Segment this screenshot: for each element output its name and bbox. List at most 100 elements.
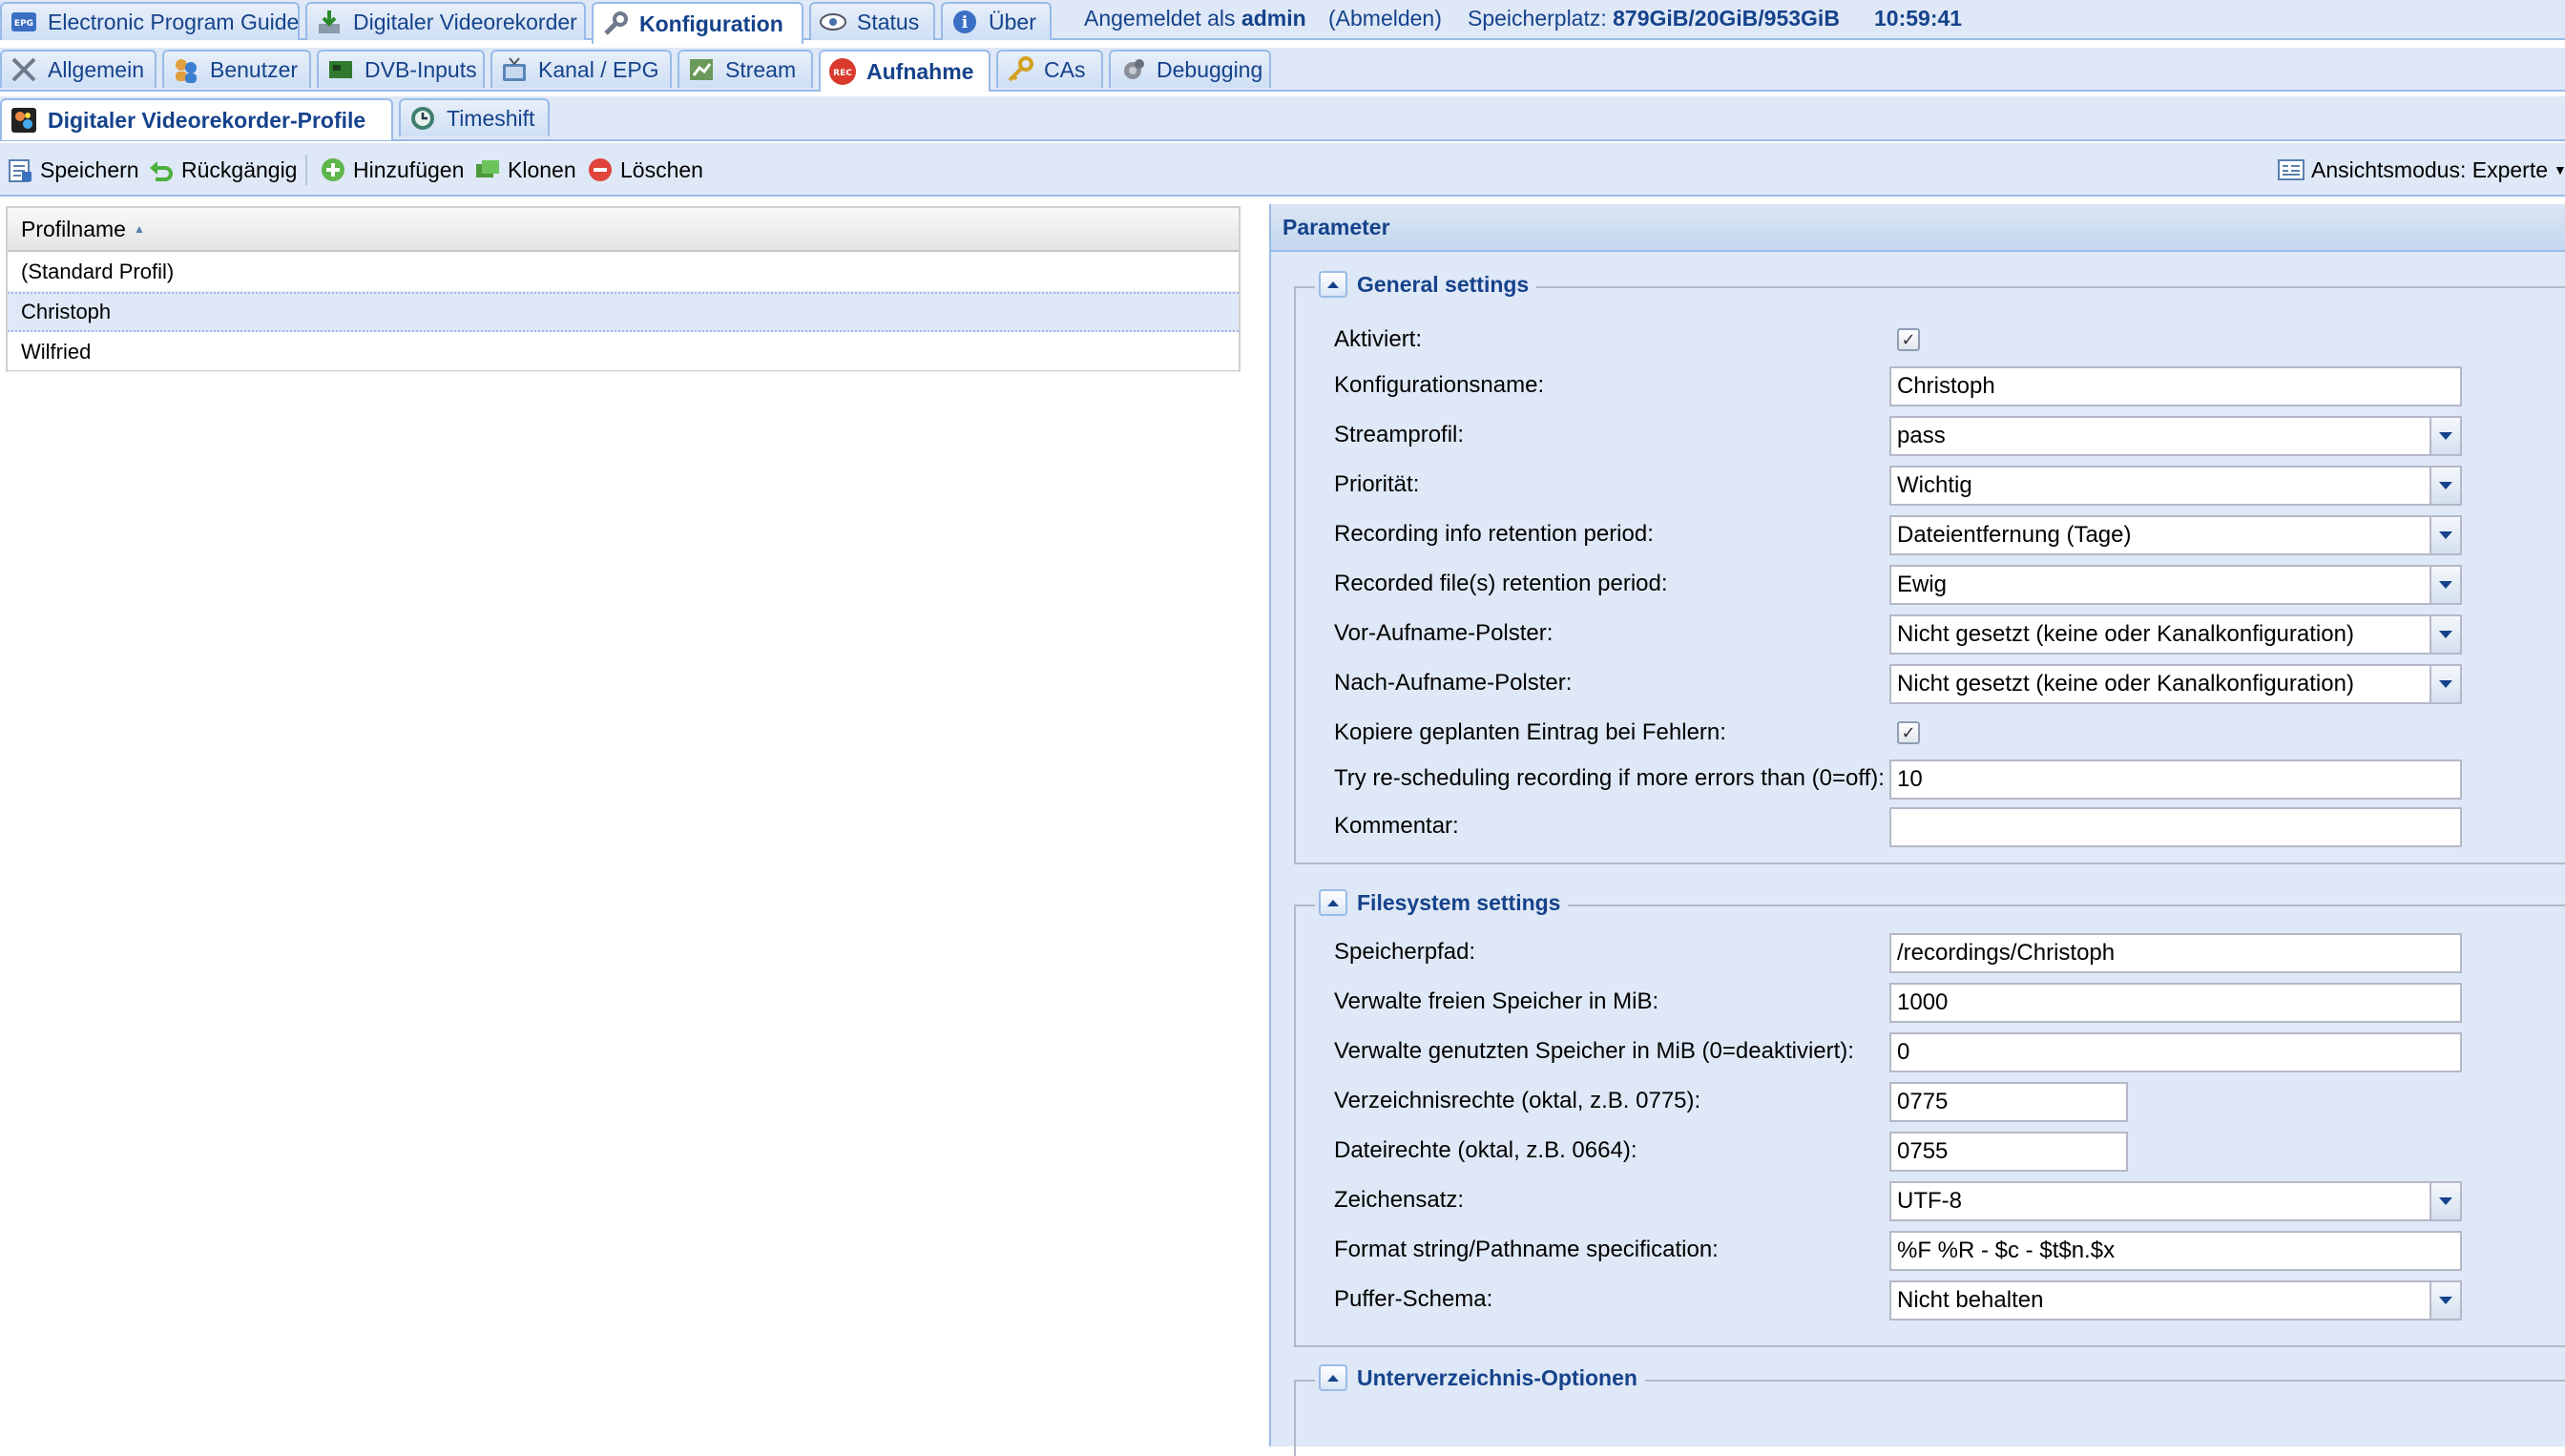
general-settings-legend[interactable]: General settings	[1315, 271, 1537, 298]
rec-icon: REC	[828, 58, 857, 85]
used-space-field[interactable]: 0	[1889, 1032, 2462, 1072]
subdir-options-legend[interactable]: Unterverzeichnis-Optionen	[1315, 1364, 1645, 1391]
stream-profile-select[interactable]: pass	[1889, 416, 2462, 456]
tab-dvr-profiles[interactable]: Digitaler Videorekorder-Profile	[0, 98, 393, 140]
priority-select[interactable]: Wichtig	[1889, 466, 2462, 506]
tab-cas[interactable]: CAs	[996, 50, 1103, 88]
undo-icon	[147, 156, 176, 183]
clone-on-error-checkbox[interactable]: ✓	[1897, 721, 1920, 744]
download-icon	[315, 9, 344, 35]
storage-value: 879GiB/20GiB/953GiB	[1613, 6, 1840, 31]
row-config-name: Konfigurationsname: Christoph	[1296, 364, 2536, 406]
main-tab-bar: EPG Electronic Program Guide Digitaler V…	[0, 0, 2565, 44]
clone-button[interactable]: Klonen	[473, 155, 576, 185]
row-path: Speicherpfad: /recordings/Christoph	[1296, 931, 2536, 973]
tab-label: Stream	[725, 56, 797, 82]
row-dir-perms: Verzeichnisrechte (oktal, z.B. 0775): 07…	[1296, 1080, 2536, 1122]
table-row[interactable]: Wilfried	[8, 332, 1239, 372]
row-label: (Standard Profil)	[21, 259, 175, 283]
undo-label: Rückgängig	[181, 156, 298, 182]
tab-benutzer[interactable]: Benutzer	[162, 50, 311, 88]
row-free-space: Verwalte freien Speicher in MiB: 1000	[1296, 981, 2536, 1023]
undo-button[interactable]: Rückgängig	[147, 155, 297, 185]
row-file-perms: Dateirechte (oktal, z.B. 0664): 0755	[1296, 1130, 2536, 1172]
tab-stream[interactable]: Stream	[678, 50, 813, 88]
save-button[interactable]: Speichern	[6, 155, 139, 185]
row-priority: Priorität: Wichtig	[1296, 464, 2536, 506]
tab-dvb-inputs[interactable]: DVB-Inputs	[317, 50, 485, 88]
field-label: Kopiere geplanten Eintrag bei Fehlern:	[1334, 719, 1726, 745]
tab-config[interactable]: Konfiguration	[592, 2, 803, 44]
select-value: Nicht gesetzt (keine oder Kanalkonfigura…	[1897, 621, 2354, 647]
tab-epg[interactable]: EPG Electronic Program Guide	[0, 2, 300, 40]
field-label: Dateirechte (oktal, z.B. 0664):	[1334, 1137, 1637, 1163]
comment-field[interactable]	[1889, 807, 2462, 847]
logout-link[interactable]: (Abmelden)	[1328, 6, 1442, 31]
tab-status[interactable]: Status	[809, 2, 935, 40]
charset-select[interactable]: UTF-8	[1889, 1181, 2462, 1221]
field-label: Kommentar:	[1334, 813, 1459, 839]
format-string-field[interactable]: %F %R - $c - $t$n.$x	[1889, 1231, 2462, 1271]
row-clone-on-error: Kopiere geplanten Eintrag bei Fehlern: ✓	[1296, 712, 2536, 754]
wrench-icon	[601, 10, 630, 37]
view-mode-label: Ansichtsmodus: Experte	[2311, 156, 2549, 182]
row-info-retention: Recording info retention period: Dateien…	[1296, 513, 2536, 555]
storage-path-field[interactable]: /recordings/Christoph	[1889, 933, 2462, 973]
parameter-panel: Parameter General settings Aktiviert: ✓ …	[1269, 204, 2565, 1456]
tab-timeshift[interactable]: Timeshift	[399, 98, 550, 136]
collapse-icon[interactable]	[1319, 271, 1347, 298]
select-value: UTF-8	[1897, 1188, 1962, 1214]
free-space-field[interactable]: 1000	[1889, 983, 2462, 1023]
field-label: Priorität:	[1334, 471, 1420, 497]
collapse-icon[interactable]	[1319, 1364, 1347, 1391]
table-row-selected[interactable]: Christoph	[8, 292, 1239, 332]
dir-perms-field[interactable]: 0775	[1889, 1082, 2128, 1122]
column-header-label: Profilname	[21, 216, 126, 241]
clock: 10:59:41	[1874, 6, 1963, 31]
tab-label: Timeshift	[447, 105, 535, 131]
chevron-down-icon[interactable]	[2429, 614, 2462, 655]
row-file-retention: Recorded file(s) retention period: Ewig	[1296, 563, 2536, 605]
key-icon	[1006, 56, 1034, 83]
collapse-icon[interactable]	[1319, 889, 1347, 916]
chevron-down-icon[interactable]	[2429, 1181, 2462, 1221]
pre-padding-select[interactable]: Nicht gesetzt (keine oder Kanalkonfigura…	[1889, 614, 2462, 655]
tab-aufnahme[interactable]: REC Aufnahme	[819, 50, 991, 92]
row-label: Wilfried	[21, 339, 92, 364]
post-padding-select[interactable]: Nicht gesetzt (keine oder Kanalkonfigura…	[1889, 664, 2462, 704]
tab-dvr[interactable]: Digitaler Videorekorder	[305, 2, 586, 40]
chevron-down-icon[interactable]	[2429, 1280, 2462, 1321]
chevron-down-icon[interactable]	[2429, 565, 2462, 605]
add-button[interactable]: Hinzufügen	[319, 155, 464, 185]
cache-scheme-select[interactable]: Nicht behalten	[1889, 1280, 2462, 1321]
tab-allgemein[interactable]: Allgemein	[0, 50, 156, 88]
tab-debugging[interactable]: Debugging	[1109, 50, 1271, 88]
chevron-down-icon[interactable]	[2429, 466, 2462, 506]
tab-label: Digitaler Videorekorder	[353, 9, 577, 34]
chevron-down-icon[interactable]	[2429, 515, 2462, 555]
tab-about[interactable]: i Über	[941, 2, 1052, 40]
tab-label: Konfiguration	[639, 10, 783, 36]
delete-button[interactable]: Löschen	[586, 155, 703, 185]
dvr-icon	[10, 107, 38, 134]
row-pre-padding: Vor-Aufname-Polster: Nicht gesetzt (kein…	[1296, 613, 2536, 655]
enabled-checkbox[interactable]: ✓	[1897, 328, 1920, 351]
field-label: Konfigurationsname:	[1334, 372, 1545, 398]
tab-kanal-epg[interactable]: Kanal / EPG	[490, 50, 672, 88]
panel-title: Parameter	[1271, 204, 2565, 252]
chevron-down-icon[interactable]	[2429, 416, 2462, 456]
field-label: Zeichensatz:	[1334, 1187, 1465, 1213]
reschedule-field[interactable]: 10	[1889, 759, 2462, 800]
fieldset-title: General settings	[1357, 271, 1530, 297]
tab-label: CAs	[1044, 56, 1086, 82]
filesystem-settings-legend[interactable]: Filesystem settings	[1315, 889, 1569, 916]
file-perms-field[interactable]: 0755	[1889, 1132, 2128, 1172]
info-retention-select[interactable]: Dateientfernung (Tage)	[1889, 515, 2462, 555]
config-name-field[interactable]: Christoph	[1889, 366, 2462, 406]
file-retention-select[interactable]: Ewig	[1889, 565, 2462, 605]
chevron-down-icon[interactable]	[2429, 664, 2462, 704]
view-mode-button[interactable]: Ansichtsmodus: Experte ▼	[2277, 155, 2565, 185]
table-row[interactable]: (Standard Profil)	[8, 252, 1239, 292]
column-header-profilname[interactable]: Profilname ▲	[8, 208, 1239, 252]
check-icon: ✓	[1901, 330, 1916, 349]
